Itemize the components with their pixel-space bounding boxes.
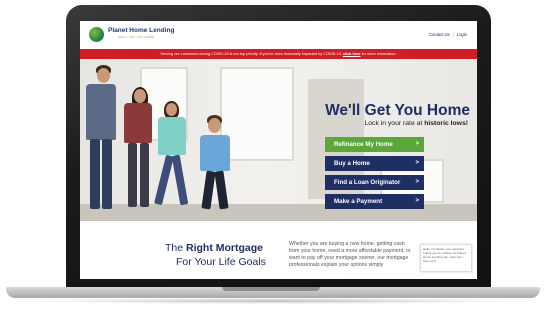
make-payment-button[interactable]: Make a Payment > <box>325 194 424 209</box>
find-loan-originator-button[interactable]: Find a Loan Originator > <box>325 175 424 190</box>
buy-home-button[interactable]: Buy a Home > <box>325 156 424 171</box>
title-emphasis: Right Mortgage <box>186 242 264 254</box>
chevron-right-icon: > <box>415 160 419 166</box>
hero-section: We'll Get You Home Lock in your rate at … <box>80 59 477 221</box>
subline-prefix: Lock in your rate at <box>364 120 423 127</box>
logo-text[interactable]: Planet Home Lending <box>108 27 174 34</box>
refinance-button-label: Refinance My Home <box>334 141 393 148</box>
chevron-right-icon: > <box>415 141 419 147</box>
site-header: Planet Home Lending WE'LL GET YOU HOME C… <box>80 21 477 49</box>
nav-divider: | <box>452 32 454 37</box>
covid-alert-banner: Serving our customers during COVID-19 is… <box>80 49 477 59</box>
logo-tagline: WE'LL GET YOU HOME <box>118 35 155 39</box>
buy-home-button-label: Buy a Home <box>334 160 370 167</box>
login-link[interactable]: Login <box>457 32 467 37</box>
hero-subline: Lock in your rate at historic lows! <box>273 120 468 127</box>
subline-emphasis: historic lows! <box>424 120 468 127</box>
intro-paragraph: Whether you are buying a new home, getti… <box>289 241 411 268</box>
globe-logo-icon[interactable] <box>89 27 104 42</box>
chat-widget[interactable]: Hello, I'm Stella, your assistant. Thank… <box>420 244 472 272</box>
make-payment-button-label: Make a Payment <box>334 198 383 205</box>
find-loan-originator-label: Find a Loan Originator <box>334 179 401 186</box>
alert-suffix: for more information. <box>361 52 397 56</box>
laptop-notch <box>222 287 320 291</box>
laptop-shadow <box>20 298 526 304</box>
refinance-button[interactable]: Refinance My Home > <box>325 137 424 152</box>
intro-section: The Right Mortgage For Your Life Goals W… <box>80 221 477 279</box>
alert-text: Serving our customers during COVID-19 is… <box>160 52 342 56</box>
alert-link[interactable]: click here <box>343 52 361 56</box>
contact-us-link[interactable]: Contact Us <box>429 32 450 37</box>
section-title-line1: The Right Mortgage <box>165 242 263 254</box>
title-the: The <box>165 242 184 254</box>
chevron-right-icon: > <box>415 179 419 185</box>
section-title-line2: For Your Life Goals <box>176 256 266 268</box>
hero-headline: We'll Get You Home <box>325 102 470 119</box>
laptop-screen: Planet Home Lending WE'LL GET YOU HOME C… <box>80 21 477 279</box>
top-nav: Contact Us | Login <box>429 32 467 37</box>
chevron-right-icon: > <box>415 198 419 204</box>
